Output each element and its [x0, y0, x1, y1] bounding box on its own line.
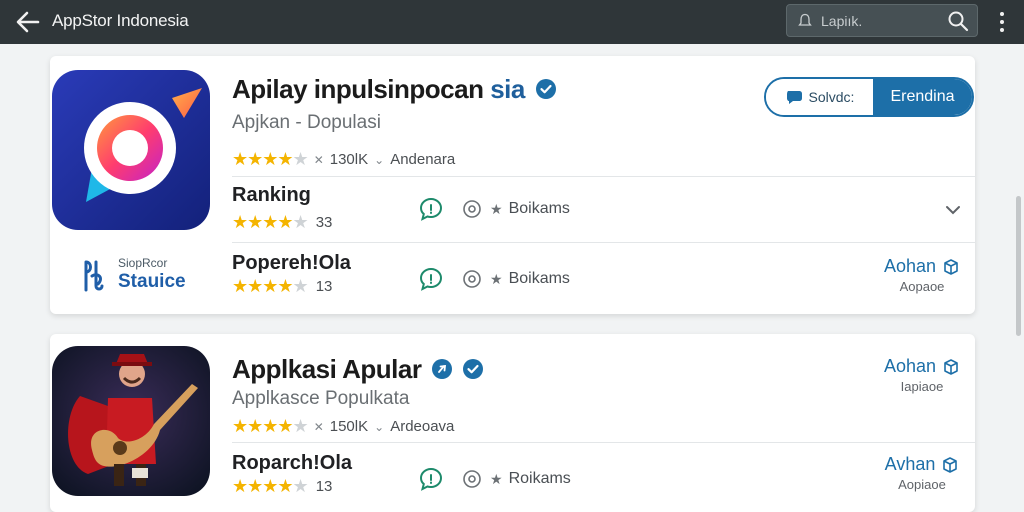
- search-placeholder: Lapiık.: [821, 13, 863, 29]
- info-badge-icon: [432, 359, 453, 380]
- rating-suffix: Andenara: [390, 151, 456, 168]
- featured-app-name-accent: sia: [490, 74, 525, 104]
- app-title: AppStor Indonesia: [52, 11, 189, 30]
- ranking-row-actions: ★ Boikams: [418, 196, 570, 222]
- chat-icon[interactable]: [418, 196, 444, 222]
- settings-icon[interactable]: [462, 269, 482, 289]
- top-app-bar: AppStor Indonesia Lapiık.: [0, 0, 1024, 44]
- multiply-icon: ✕: [313, 152, 324, 167]
- popular-row-side-action[interactable]: Aohan Aopaoe: [876, 256, 968, 294]
- verified-badge-icon: [462, 359, 483, 380]
- primary-action-button[interactable]: Erendina: [873, 79, 972, 115]
- star-icon: ★: [490, 470, 503, 487]
- second-app-name[interactable]: Applkasi Apular: [232, 354, 483, 385]
- row-action-label[interactable]: Roikams: [509, 470, 571, 488]
- popular-row-actions: ★ Boikams: [418, 266, 570, 292]
- second-app-icon[interactable]: [52, 346, 210, 496]
- second-row-side-action[interactable]: Avhan Aopiaoe: [876, 454, 968, 492]
- box-icon: [943, 456, 958, 473]
- featured-app-name[interactable]: Apilay inpulsinpocan sia: [232, 74, 556, 105]
- rating-stars: ★★★★★: [232, 149, 309, 169]
- chat-icon[interactable]: [418, 466, 444, 492]
- store-logo: SiopRcor Stauice: [78, 254, 198, 298]
- store-logo-icon: [84, 260, 104, 292]
- bell-icon: [798, 13, 812, 26]
- back-arrow-icon[interactable]: [14, 8, 42, 36]
- settings-icon[interactable]: [462, 469, 482, 489]
- divider: [232, 442, 975, 443]
- second-row-rating: ★★★★★ 13: [232, 476, 333, 496]
- rating-count: 130lK: [329, 151, 369, 168]
- second-rating: ★★★★★ ✕ 150lK ⌄ Ardeoava: [232, 416, 454, 437]
- search-icon[interactable]: [947, 10, 969, 32]
- multiply-icon: ✕: [313, 419, 324, 434]
- second-app-subtitle: Applkasce Populkata: [232, 388, 410, 409]
- box-icon: [944, 358, 958, 375]
- rating-count: 150lK: [329, 418, 369, 435]
- more-options-icon[interactable]: [994, 8, 1010, 36]
- rating-suffix: Ardeoava: [390, 418, 455, 435]
- action-button-group: Solvdc: Erendina: [764, 77, 974, 117]
- star-icon: ★: [490, 270, 503, 287]
- divider: [232, 242, 975, 243]
- popular-row-rating: ★★★★★ 13: [232, 276, 333, 296]
- second-app-card[interactable]: Applkasi Apular Applkasce Populkata ★★★★…: [50, 334, 975, 512]
- second-row-actions: ★ Roikams: [418, 466, 571, 492]
- row-action-label[interactable]: Boikams: [509, 200, 570, 218]
- chevron-down-icon: ⌄: [374, 419, 385, 434]
- search-input[interactable]: Lapiık.: [786, 4, 978, 37]
- popular-row-title: Popereh!Ola: [232, 252, 351, 274]
- settings-icon[interactable]: [462, 199, 482, 219]
- chat-bubble-icon: [786, 91, 802, 104]
- chevron-down-icon: ⌄: [374, 152, 385, 167]
- featured-app-subtitle: Apjkan - Dopulasi: [232, 112, 381, 133]
- rating-stars: ★★★★★: [232, 416, 309, 436]
- star-icon: ★: [490, 200, 503, 217]
- featured-rating: ★★★★★ ✕ 130lK ⌄ Andenara: [232, 149, 455, 170]
- expand-chevron-icon[interactable]: [943, 200, 963, 220]
- box-icon: [944, 258, 958, 275]
- ranking-row-rating: ★★★★★ 33: [232, 212, 333, 232]
- second-app-side-action[interactable]: Aohan Iapiaoe: [876, 356, 968, 394]
- featured-app-card[interactable]: Apilay inpulsinpocan sia Apjkan - Dopula…: [50, 56, 975, 314]
- row-action-label[interactable]: Boikams: [509, 270, 570, 288]
- second-row-title: Roparch!Ola: [232, 452, 353, 474]
- divider: [232, 176, 975, 177]
- ranking-row-title: Ranking: [232, 184, 311, 206]
- featured-app-icon[interactable]: [52, 70, 210, 230]
- chat-icon[interactable]: [418, 266, 444, 292]
- secondary-action-button[interactable]: Solvdc:: [766, 79, 873, 115]
- verified-badge-icon: [535, 79, 556, 100]
- scrollbar[interactable]: [1016, 196, 1021, 336]
